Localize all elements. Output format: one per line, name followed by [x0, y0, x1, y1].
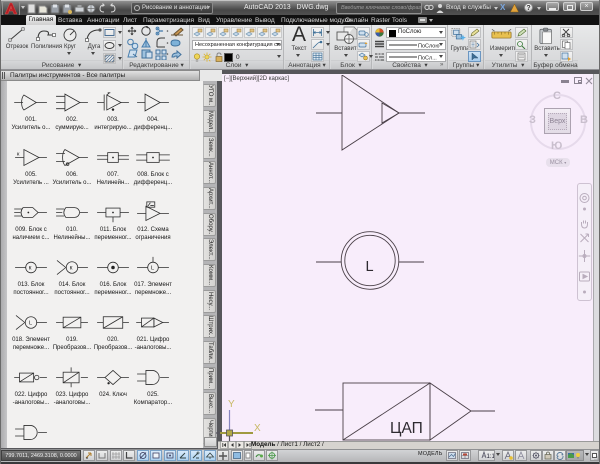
svg-text:к: к	[17, 152, 20, 158]
svg-text:ЦАП: ЦАП	[390, 420, 423, 437]
svg-text:к: к	[29, 265, 32, 272]
svg-text:ПоСлою: ПоСлою	[418, 44, 439, 50]
svg-text:L: L	[366, 259, 374, 275]
svg-text:ПоСл...: ПоСл...	[418, 56, 437, 62]
svg-text:1:1: 1:1	[487, 454, 495, 460]
svg-text:Y: Y	[228, 399, 235, 410]
svg-text:L: L	[29, 321, 32, 327]
svg-text:X: X	[254, 423, 261, 434]
svg-text:к: к	[70, 265, 73, 272]
svg-text:L: L	[151, 266, 154, 272]
